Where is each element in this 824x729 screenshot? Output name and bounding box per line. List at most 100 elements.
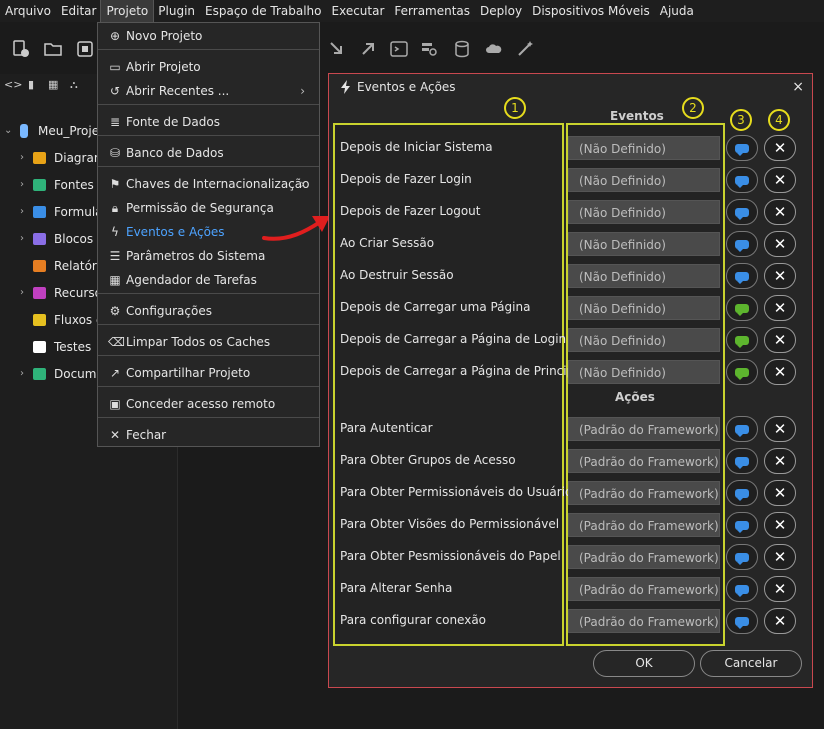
menu-item-label: Chaves de Internacionalização: [126, 177, 310, 191]
chevron-right-icon[interactable]: ›: [20, 364, 24, 384]
clear-icon[interactable]: ✕: [764, 295, 796, 321]
menu-ferramentas[interactable]: Ferramentas: [389, 0, 475, 22]
menu-item[interactable]: ▣ Conceder acesso remoto: [98, 393, 319, 415]
edit-script-button[interactable]: [726, 199, 758, 225]
menu-item-label: Agendador de Tarefas: [126, 273, 257, 287]
event-value-field[interactable]: (Não Definido): [568, 168, 720, 192]
action-value-field[interactable]: (Padrão do Framework): [568, 417, 720, 441]
code-icon[interactable]: <>: [4, 78, 22, 91]
action-value-field[interactable]: (Padrão do Framework): [568, 545, 720, 569]
menu-item[interactable]: ↺ Abrir Recentes ... ›: [98, 80, 319, 102]
chevron-right-icon[interactable]: ›: [20, 148, 24, 168]
action-value-field[interactable]: (Padrão do Framework): [568, 481, 720, 505]
edit-script-button[interactable]: [726, 295, 758, 321]
menu-item[interactable]: ⊕ Novo Projeto: [98, 25, 319, 47]
clear-icon[interactable]: ✕: [764, 231, 796, 257]
chevron-right-icon[interactable]: ›: [20, 175, 24, 195]
edit-script-button[interactable]: [726, 512, 758, 538]
event-value-field[interactable]: (Não Definido): [568, 200, 720, 224]
magic-wand-icon[interactable]: [516, 40, 534, 58]
clear-icon[interactable]: ✕: [764, 327, 796, 353]
clear-icon[interactable]: ✕: [764, 544, 796, 570]
clear-icon[interactable]: ✕: [764, 608, 796, 634]
edit-script-button[interactable]: [726, 416, 758, 442]
new-file-icon[interactable]: [12, 40, 30, 58]
action-value-field[interactable]: (Padrão do Framework): [568, 449, 720, 473]
menu-item[interactable]: ↗ Compartilhar Projeto: [98, 362, 319, 384]
clear-icon[interactable]: ✕: [764, 135, 796, 161]
event-value-field[interactable]: (Não Definido): [568, 360, 720, 384]
edit-script-button[interactable]: [726, 135, 758, 161]
event-value-field[interactable]: (Não Definido): [568, 264, 720, 288]
edit-script-button[interactable]: [726, 231, 758, 257]
clear-icon[interactable]: ✕: [764, 512, 796, 538]
menu-item[interactable]: ≣ Fonte de Dados: [98, 111, 319, 133]
books-icon[interactable]: ▦: [48, 78, 58, 91]
search-data-icon[interactable]: [421, 40, 439, 58]
menu-item[interactable]: ▦ Agendador de Tarefas: [98, 269, 319, 291]
chevron-right-icon[interactable]: ›: [20, 283, 24, 303]
cloud-icon[interactable]: [485, 40, 503, 58]
cancel-button[interactable]: Cancelar: [700, 650, 802, 677]
menu-deploy[interactable]: Deploy: [475, 0, 527, 22]
upload-icon[interactable]: [359, 40, 377, 58]
clear-icon[interactable]: ✕: [764, 576, 796, 602]
menu-projeto[interactable]: Projeto: [100, 0, 155, 23]
menu-executar[interactable]: Executar: [327, 0, 390, 22]
edit-script-button[interactable]: [726, 608, 758, 634]
edit-script-button[interactable]: [726, 167, 758, 193]
menu-item[interactable]: ⚑ Chaves de Internacionalização ›: [98, 173, 319, 195]
menu-editar[interactable]: Editar: [56, 0, 102, 22]
window-icon[interactable]: [76, 40, 94, 58]
marker-1: 1: [504, 97, 526, 119]
edit-script-button[interactable]: [726, 327, 758, 353]
chevron-right-icon[interactable]: ›: [20, 229, 24, 249]
menu-item[interactable]: ⛁ Banco de Dados: [98, 142, 319, 164]
open-folder-icon[interactable]: [44, 40, 62, 58]
menu-item[interactable]: ☰ Parâmetros do Sistema: [98, 245, 319, 267]
event-value-field[interactable]: (Não Definido): [568, 232, 720, 256]
chevron-right-icon[interactable]: ›: [20, 202, 24, 222]
clear-icon[interactable]: ✕: [764, 199, 796, 225]
menu-plugin[interactable]: Plugin: [153, 0, 200, 22]
close-button[interactable]: ×: [792, 79, 804, 95]
clear-icon[interactable]: ✕: [764, 359, 796, 385]
tree-item-label: Formulá: [54, 205, 103, 219]
edit-script-button[interactable]: [726, 480, 758, 506]
menu-item[interactable]: ⚙ Configurações: [98, 300, 319, 322]
event-value-field[interactable]: (Não Definido): [568, 328, 720, 352]
hierarchy-icon[interactable]: ⛬: [70, 78, 78, 92]
tests-icon: [33, 341, 46, 353]
action-value-field[interactable]: (Padrão do Framework): [568, 577, 720, 601]
event-value-field[interactable]: (Não Definido): [568, 136, 720, 160]
terminal-icon[interactable]: [390, 40, 408, 58]
edit-script-button[interactable]: [726, 359, 758, 385]
edit-script-button[interactable]: [726, 448, 758, 474]
menu-item[interactable]: ✕ Fechar: [98, 424, 319, 446]
clear-icon[interactable]: ✕: [764, 480, 796, 506]
clear-icon[interactable]: ✕: [764, 448, 796, 474]
menu-arquivo[interactable]: Arquivo: [0, 0, 56, 22]
menu-separator: [98, 293, 319, 294]
menu-item[interactable]: ▭ Abrir Projeto: [98, 56, 319, 78]
action-value-field[interactable]: (Padrão do Framework): [568, 513, 720, 537]
clear-icon[interactable]: ✕: [764, 167, 796, 193]
clear-icon[interactable]: ✕: [764, 263, 796, 289]
database-icon[interactable]: [453, 40, 471, 58]
menu-ajuda[interactable]: Ajuda: [655, 0, 699, 22]
menu-espaco-de-trabalho[interactable]: Espaço de Trabalho: [200, 0, 326, 22]
action-value-field[interactable]: (Padrão do Framework): [568, 609, 720, 633]
menu-dispositivos-moveis[interactable]: Dispositivos Móveis: [527, 0, 655, 22]
download-icon[interactable]: [328, 40, 346, 58]
chevron-down-icon[interactable]: ⌄: [4, 121, 12, 141]
datasource-icon: ≣: [109, 115, 121, 129]
menu-item[interactable]: ⌫ Limpar Todos os Caches: [98, 331, 319, 353]
file-icon[interactable]: ▮: [28, 78, 34, 91]
edit-script-button[interactable]: [726, 263, 758, 289]
ok-button[interactable]: OK: [593, 650, 695, 677]
clear-icon[interactable]: ✕: [764, 416, 796, 442]
edit-script-button[interactable]: [726, 544, 758, 570]
menu-item-label: Parâmetros do Sistema: [126, 249, 266, 263]
event-value-field[interactable]: (Não Definido): [568, 296, 720, 320]
edit-script-button[interactable]: [726, 576, 758, 602]
